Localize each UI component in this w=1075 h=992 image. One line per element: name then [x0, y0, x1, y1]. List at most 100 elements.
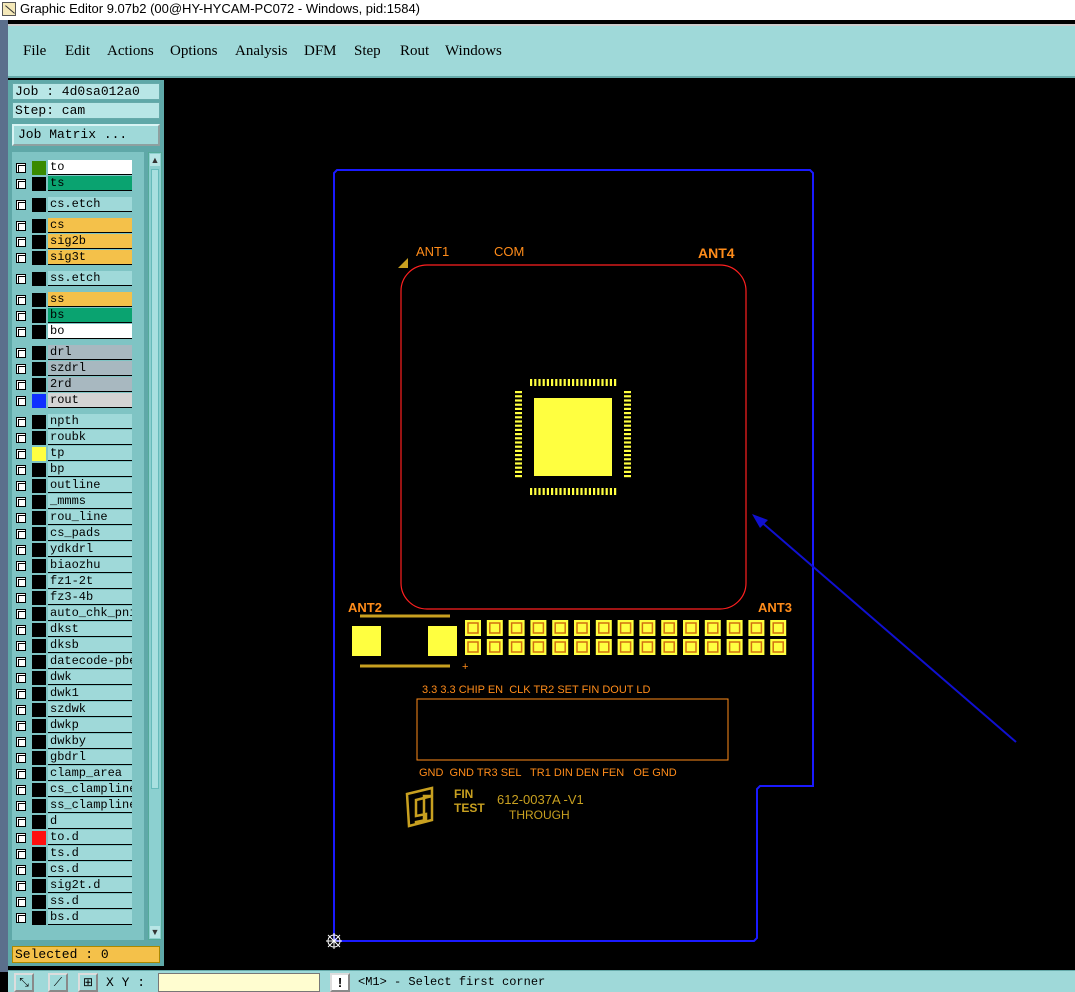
layer-checkbox[interactable] — [16, 513, 26, 523]
zoom-fit-icon[interactable]: ⤡ — [14, 973, 34, 992]
layer-name[interactable]: dwkby — [48, 734, 132, 749]
layer-row[interactable]: sig3t — [12, 250, 144, 266]
scroll-up-icon[interactable]: ▲ — [150, 154, 160, 166]
layer-checkbox[interactable] — [16, 625, 26, 635]
layer-checkbox[interactable] — [16, 865, 26, 875]
menu-file[interactable]: File — [23, 43, 46, 60]
layer-color-swatch[interactable] — [32, 831, 46, 845]
layer-checkbox[interactable] — [16, 253, 26, 263]
layer-name[interactable]: fz1-2t — [48, 574, 132, 589]
layer-color-swatch[interactable] — [32, 325, 46, 339]
layer-color-swatch[interactable] — [32, 479, 46, 493]
layer-name[interactable]: sig2t.d — [48, 878, 132, 893]
layer-color-swatch[interactable] — [32, 735, 46, 749]
layer-name[interactable]: dksb — [48, 638, 132, 653]
layer-color-swatch[interactable] — [32, 559, 46, 573]
layer-color-swatch[interactable] — [32, 895, 46, 909]
layer-color-swatch[interactable] — [32, 346, 46, 360]
layer-name[interactable]: d — [48, 814, 132, 829]
layer-checkbox[interactable] — [16, 465, 26, 475]
layer-checkbox[interactable] — [16, 577, 26, 587]
job-matrix-button[interactable]: Job Matrix ... — [12, 124, 160, 146]
menu-options[interactable]: Options — [170, 43, 218, 60]
menu-step[interactable]: Step — [354, 43, 381, 60]
layer-color-swatch[interactable] — [32, 591, 46, 605]
layer-checkbox[interactable] — [16, 609, 26, 619]
layer-name[interactable]: ss_clampline — [48, 798, 132, 813]
layer-checkbox[interactable] — [16, 449, 26, 459]
layer-row[interactable]: cs.etch — [12, 197, 144, 213]
layer-name[interactable]: ts.d — [48, 846, 132, 861]
layer-row[interactable]: clamp_area — [12, 766, 144, 782]
layer-color-swatch[interactable] — [32, 607, 46, 621]
layer-row[interactable]: dwk1 — [12, 686, 144, 702]
layer-row[interactable]: to — [12, 160, 144, 176]
layer-row[interactable]: biaozhu — [12, 558, 144, 574]
layer-name[interactable]: sig3t — [48, 250, 132, 265]
layer-name[interactable]: clamp_area — [48, 766, 132, 781]
layer-name[interactable]: ts — [48, 176, 132, 191]
layer-checkbox[interactable] — [16, 179, 26, 189]
layer-color-swatch[interactable] — [32, 719, 46, 733]
layer-row[interactable]: fz1-2t — [12, 574, 144, 590]
layer-name[interactable]: cs_clampline — [48, 782, 132, 797]
layer-checkbox[interactable] — [16, 897, 26, 907]
layer-name[interactable]: biaozhu — [48, 558, 132, 573]
layer-name[interactable]: ss — [48, 292, 132, 307]
layer-checkbox[interactable] — [16, 545, 26, 555]
layer-checkbox[interactable] — [16, 327, 26, 337]
layer-name[interactable]: rou_line — [48, 510, 132, 525]
layer-row[interactable]: sig2t.d — [12, 878, 144, 894]
layer-row[interactable]: dkst — [12, 622, 144, 638]
layer-name[interactable]: cs.d — [48, 862, 132, 877]
layer-color-swatch[interactable] — [32, 687, 46, 701]
layer-row[interactable]: dwkp — [12, 718, 144, 734]
layer-checkbox[interactable] — [16, 417, 26, 427]
layer-color-swatch[interactable] — [32, 639, 46, 653]
layer-name[interactable]: szdrl — [48, 361, 132, 376]
layer-checkbox[interactable] — [16, 849, 26, 859]
layer-color-swatch[interactable] — [32, 362, 46, 376]
layer-row[interactable]: gbdrl — [12, 750, 144, 766]
layer-name[interactable]: bs.d — [48, 910, 132, 925]
layer-name[interactable]: roubk — [48, 430, 132, 445]
layer-color-swatch[interactable] — [32, 527, 46, 541]
layer-checkbox[interactable] — [16, 641, 26, 651]
grid-icon[interactable]: ⊞ — [78, 973, 98, 992]
layer-checkbox[interactable] — [16, 721, 26, 731]
layer-row[interactable]: cs_pads — [12, 526, 144, 542]
layer-color-swatch[interactable] — [32, 447, 46, 461]
measure-icon[interactable]: ⟋ — [48, 973, 68, 992]
layer-name[interactable]: cs.etch — [48, 197, 132, 212]
layer-checkbox[interactable] — [16, 753, 26, 763]
menu-actions[interactable]: Actions — [107, 43, 154, 60]
layer-checkbox[interactable] — [16, 364, 26, 374]
layer-row[interactable]: szdwk — [12, 702, 144, 718]
layer-checkbox[interactable] — [16, 881, 26, 891]
layer-name[interactable]: to — [48, 160, 132, 175]
layer-color-swatch[interactable] — [32, 251, 46, 265]
menu-windows[interactable]: Windows — [445, 43, 502, 60]
layer-color-swatch[interactable] — [32, 799, 46, 813]
layer-color-swatch[interactable] — [32, 495, 46, 509]
layer-color-swatch[interactable] — [32, 623, 46, 637]
layer-checkbox[interactable] — [16, 785, 26, 795]
layer-name[interactable]: fz3-4b — [48, 590, 132, 605]
layer-row[interactable]: bs — [12, 308, 144, 324]
layer-checkbox[interactable] — [16, 737, 26, 747]
layer-checkbox[interactable] — [16, 833, 26, 843]
layer-color-swatch[interactable] — [32, 415, 46, 429]
layer-name[interactable]: 2rd — [48, 377, 132, 392]
layer-checkbox[interactable] — [16, 380, 26, 390]
layer-row[interactable]: cs_clampline — [12, 782, 144, 798]
layer-row[interactable]: cs — [12, 218, 144, 234]
layer-color-swatch[interactable] — [32, 219, 46, 233]
layer-checkbox[interactable] — [16, 200, 26, 210]
layer-checkbox[interactable] — [16, 769, 26, 779]
layer-row[interactable]: 2rd — [12, 377, 144, 393]
graphic-canvas[interactable]: ANT1 COM ANT4 ANT2 + ANT3 3.3 3.3 CHIP E… — [164, 80, 1075, 966]
layer-checkbox[interactable] — [16, 433, 26, 443]
layer-color-swatch[interactable] — [32, 235, 46, 249]
layer-row[interactable]: roubk — [12, 430, 144, 446]
layer-name[interactable]: auto_chk_pni — [48, 606, 132, 621]
